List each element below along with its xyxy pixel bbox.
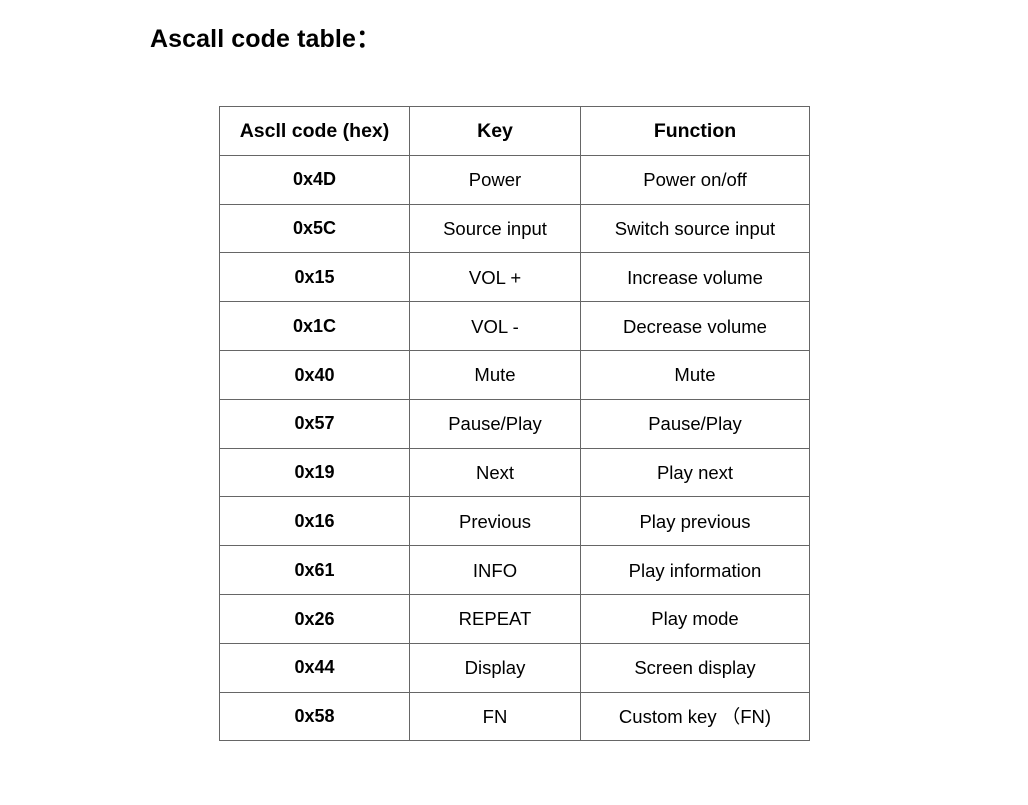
cell-key: Previous xyxy=(409,496,581,547)
cell-key: Display xyxy=(409,642,581,693)
table-body: 0x4D Power Power on/off 0x5C Source input Swi… xyxy=(219,154,810,742)
cell-function: Screen display xyxy=(580,642,810,693)
cell-function: Play next xyxy=(580,447,810,498)
table-header-row: Ascll code (hex) Key Function xyxy=(219,106,810,156)
cell-ascii-code: 0x44 xyxy=(219,642,410,693)
cell-ascii-code: 0x61 xyxy=(219,545,410,595)
cell-key: Mute xyxy=(409,349,581,400)
ascii-code-table: Ascll code (hex) Key Function 0x4D Power P… xyxy=(219,106,810,742)
table-row: 0x4D Power Power on/off xyxy=(219,154,810,205)
cell-ascii-code: 0x40 xyxy=(219,349,410,400)
table-row: 0x57 Pause/Play Pause/Play xyxy=(219,398,810,449)
cell-function: Switch source input xyxy=(580,203,810,254)
table-row: 0x1C VOL - Decrease volume xyxy=(219,301,810,351)
cell-key: Power xyxy=(409,154,581,205)
cell-ascii-code: 0x5C xyxy=(219,203,410,254)
cell-key: VOL - xyxy=(409,301,581,351)
cell-key: Source input xyxy=(409,203,581,254)
cell-key: FN xyxy=(409,691,581,742)
cell-key: INFO xyxy=(409,545,581,595)
cell-function: Play information xyxy=(580,545,810,595)
table-row: 0x40 Mute Mute xyxy=(219,349,810,400)
table-row: 0x26 REPEAT Play mode xyxy=(219,593,810,644)
table-row: 0x58 FN Custom key （FN) xyxy=(219,691,810,742)
ascii-code-table-container: Ascll code (hex) Key Function 0x4D Power P… xyxy=(219,106,810,742)
column-header-code: Ascll code (hex) xyxy=(219,106,410,156)
cell-ascii-code: 0x4D xyxy=(219,154,410,205)
table-row: 0x19 Next Play next xyxy=(219,447,810,498)
table-row: 0x16 Previous Play previous xyxy=(219,496,810,547)
table-header: Ascll code (hex) Key Function xyxy=(219,106,810,156)
cell-function: Increase volume xyxy=(580,252,810,303)
table-row: 0x5C Source input Switch source input xyxy=(219,203,810,254)
cell-ascii-code: 0x58 xyxy=(219,691,410,742)
column-header-function: Function xyxy=(580,106,810,156)
cell-function: Mute xyxy=(580,349,810,400)
page-title: Ascall code table： xyxy=(150,25,382,53)
cell-ascii-code: 0x19 xyxy=(219,447,410,498)
cell-key: Next xyxy=(409,447,581,498)
cell-key: Pause/Play xyxy=(409,398,581,449)
table-row: 0x61 INFO Play information xyxy=(219,545,810,595)
table-row: 0x15 VOL + Increase volume xyxy=(219,252,810,303)
cell-key: VOL + xyxy=(409,252,581,303)
cell-function: Power on/off xyxy=(580,154,810,205)
cell-function: Custom key （FN) xyxy=(580,691,810,742)
column-header-key: Key xyxy=(409,106,581,156)
cell-function: Play mode xyxy=(580,593,810,644)
table-row: 0x44 Display Screen display xyxy=(219,642,810,693)
cell-function: Pause/Play xyxy=(580,398,810,449)
cell-function: Play previous xyxy=(580,496,810,547)
cell-function: Decrease volume xyxy=(580,301,810,351)
cell-ascii-code: 0x16 xyxy=(219,496,410,547)
cell-ascii-code: 0x26 xyxy=(219,593,410,644)
cell-ascii-code: 0x1C xyxy=(219,301,410,351)
cell-ascii-code: 0x15 xyxy=(219,252,410,303)
cell-key: REPEAT xyxy=(409,593,581,644)
cell-ascii-code: 0x57 xyxy=(219,398,410,449)
